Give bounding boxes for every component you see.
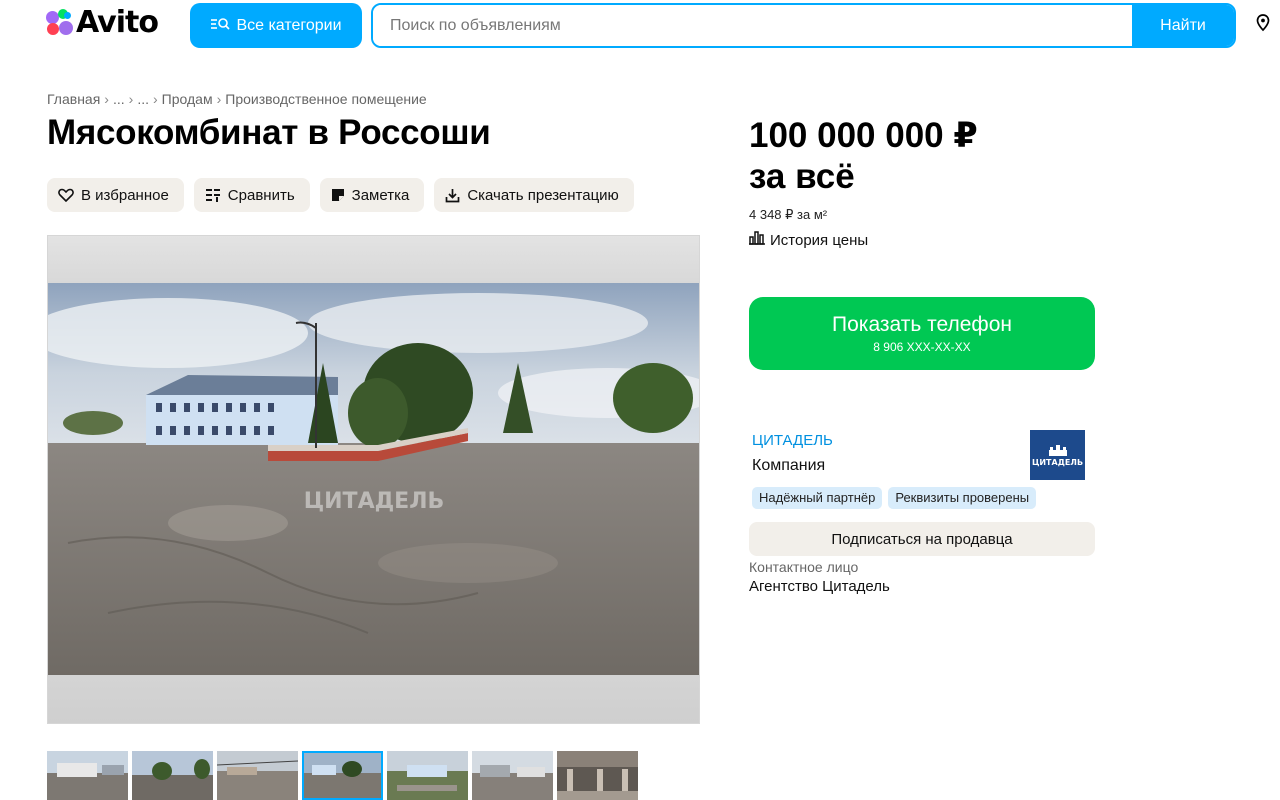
seller-badges: Надёжный партнёр Реквизиты проверены: [752, 487, 1037, 509]
listing-title: Мясокомбинат в Россоши: [47, 113, 491, 152]
categories-search-icon: [210, 17, 231, 34]
seller-name-link[interactable]: ЦИТАДЕЛЬ: [752, 432, 833, 449]
seller-logo-text: ЦИТАДЕЛЬ: [1031, 457, 1084, 467]
photo-thumbnails: [47, 751, 638, 800]
reliable-partner-badge: Надёжный партнёр: [752, 487, 883, 509]
heart-icon: [58, 188, 74, 202]
price-suffix: за всё: [749, 157, 855, 196]
breadcrumb-sell[interactable]: Продам: [162, 91, 213, 107]
thumbnail[interactable]: [47, 751, 128, 800]
logo-dots-icon: [44, 8, 74, 38]
breadcrumb-category[interactable]: Производственное помещение: [225, 91, 426, 107]
thumbnail[interactable]: [557, 751, 638, 800]
all-categories-label: Все категории: [236, 16, 342, 34]
compare-label: Сравнить: [227, 186, 295, 204]
thumbnail[interactable]: [387, 751, 468, 800]
masked-phone-number: 8 906 XXX-XX-XX: [873, 340, 971, 354]
all-categories-button[interactable]: Все категории: [190, 3, 362, 48]
thumbnail-active[interactable]: [302, 751, 383, 800]
bar-chart-icon: [749, 231, 765, 249]
show-phone-label: Показать телефон: [832, 313, 1012, 336]
price-per-square-meter: 4 348 ₽ за м²: [749, 207, 828, 222]
download-icon: [445, 188, 460, 203]
contact-person-label: Контактное лицо: [749, 559, 859, 575]
price-history-label: История цены: [770, 231, 869, 249]
factory-panorama-image: ЦИТАДЕЛЬ: [48, 283, 699, 677]
subscribe-seller-button[interactable]: Подписаться на продавца: [749, 522, 1095, 556]
location-pin-icon[interactable]: [1256, 14, 1274, 34]
note-label: Заметка: [351, 186, 410, 204]
main-photo[interactable]: ЦИТАДЕЛЬ: [47, 235, 700, 724]
contact-person-name: Агентство Цитадель: [749, 578, 890, 595]
note-icon: [331, 188, 345, 202]
favorite-label: В избранное: [81, 186, 169, 204]
download-presentation-button[interactable]: Скачать презентацию: [434, 178, 634, 212]
seller-logo[interactable]: ЦИТАДЕЛЬ: [1030, 430, 1085, 480]
breadcrumb-level-1[interactable]: ...: [113, 91, 125, 107]
compare-icon: [205, 188, 221, 202]
breadcrumb: Главная ›... ›... › Продам › Производственное …: [47, 91, 427, 107]
price-block: 100 000 000 ₽ за всё: [749, 115, 978, 197]
search-button[interactable]: Найти: [1132, 5, 1234, 46]
show-phone-button[interactable]: Показать телефон 8 906 XXX-XX-XX: [749, 297, 1095, 370]
photo-blur-bottom: [48, 675, 699, 723]
breadcrumb-separator: ›: [216, 91, 222, 107]
verified-details-badge: Реквизиты проверены: [888, 487, 1037, 509]
logo-text: Avito: [76, 5, 159, 40]
search-bar: Найти: [371, 3, 1236, 48]
avito-logo[interactable]: Avito: [44, 4, 159, 42]
price-history-link[interactable]: История цены: [749, 231, 868, 249]
thumbnail[interactable]: [132, 751, 213, 800]
breadcrumb-separator: ›: [128, 91, 134, 107]
thumbnail[interactable]: [472, 751, 553, 800]
listing-actions: В избранное Сравнить Заметка Скачать пре…: [47, 178, 634, 212]
search-input[interactable]: [373, 5, 1132, 46]
breadcrumb-separator: ›: [152, 91, 158, 107]
price-amount: 100 000 000 ₽: [749, 116, 978, 155]
note-button[interactable]: Заметка: [319, 178, 425, 212]
photo-blur-top: [48, 236, 699, 284]
breadcrumb-separator: ›: [104, 91, 109, 107]
thumbnail[interactable]: [217, 751, 298, 800]
breadcrumb-level-2[interactable]: ...: [137, 91, 149, 107]
favorite-button[interactable]: В избранное: [47, 178, 184, 212]
breadcrumb-home[interactable]: Главная: [47, 91, 100, 107]
compare-button[interactable]: Сравнить: [193, 178, 310, 212]
download-presentation-label: Скачать презентацию: [467, 186, 619, 204]
seller-type: Компания: [752, 457, 826, 474]
castle-icon: [1048, 444, 1067, 456]
photo-watermark: ЦИТАДЕЛЬ: [304, 489, 445, 514]
site-header: Avito Все категории Найти: [0, 0, 1280, 52]
